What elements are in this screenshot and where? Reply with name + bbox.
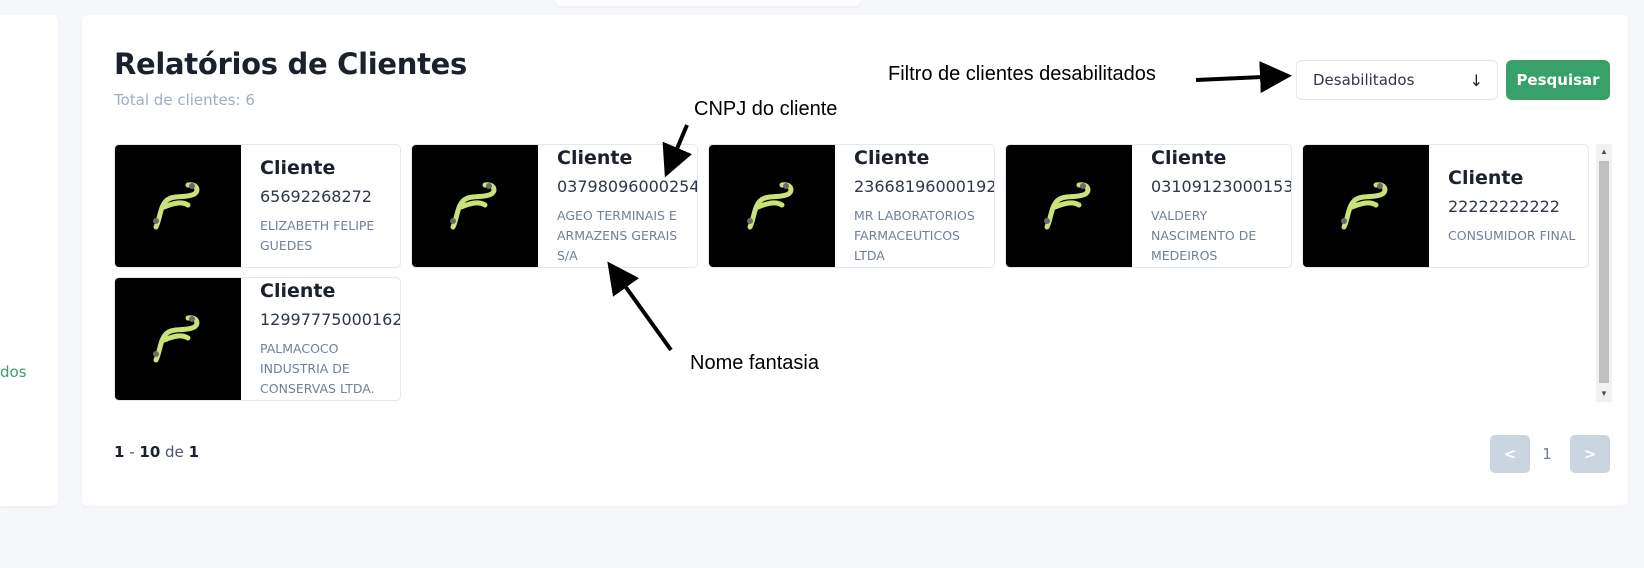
brand-f-logo-icon: [1341, 182, 1388, 230]
client-cnpj: 03798096000254: [557, 177, 698, 196]
clients-report-card: Relatórios de Clientes Total de clientes…: [82, 15, 1628, 506]
client-trade-name-line: PALMACOCO: [260, 340, 339, 356]
search-button[interactable]: Pesquisar: [1506, 60, 1610, 100]
client-card-body: Cliente 22222222222 CONSUMIDOR FINAL: [1448, 145, 1580, 267]
pagination-info: 1 - 10 de 1: [114, 443, 199, 461]
left-panel: dos: [0, 15, 58, 506]
client-card-body: Cliente 03798096000254 AGEO TERMINAIS E ARM…: [557, 145, 698, 267]
client-card[interactable]: Cliente 03798096000254 AGEO TERMINAIS E ARM…: [411, 144, 698, 268]
client-trade-name-line: LTDA: [854, 248, 885, 263]
client-cnpj: 22222222222: [1448, 196, 1560, 216]
brand-f-logo-icon: [153, 315, 200, 363]
filter-selected-value: Desabilitados: [1313, 71, 1415, 89]
client-logo: [115, 145, 241, 267]
client-trade-name-line: MR LABORATORIOS: [854, 208, 975, 223]
brand-f-logo-icon: [1044, 182, 1091, 230]
client-card-body: Cliente 03109123000153 VALDERY NASCIMENTO D…: [1151, 145, 1292, 267]
client-logo: [709, 145, 835, 267]
client-logo: [1303, 145, 1429, 267]
current-page-number[interactable]: 1: [1537, 445, 1557, 463]
client-card[interactable]: Cliente 03109123000153 VALDERY NASCIMENTO D…: [1005, 144, 1292, 268]
client-card-title: Cliente: [854, 147, 930, 169]
client-trade-name-line: VALDERY: [1151, 208, 1208, 223]
app-screen: dos Relatórios de Clientes Total de clie…: [0, 0, 1644, 568]
client-trade-name-line: CONSERVAS LTDA.: [260, 380, 375, 396]
range-start: 1: [114, 443, 125, 461]
total-pages: 1: [188, 443, 199, 461]
client-card-title: Cliente: [260, 279, 336, 302]
brand-f-logo-icon: [747, 182, 794, 230]
client-card[interactable]: Cliente 65692268272 ELIZABETH FELIPE GUEDES: [114, 144, 401, 268]
client-card-title: Cliente: [1151, 147, 1227, 169]
client-card-title: Cliente: [1448, 166, 1524, 189]
client-logo: [412, 145, 538, 267]
previous-page-button[interactable]: <: [1490, 435, 1530, 473]
scroll-up-arrow-icon[interactable]: ▲: [1596, 144, 1612, 160]
client-card-body: Cliente 23668196000192 MR LABORATORIOS FARM…: [854, 145, 995, 267]
client-cnpj: 03109123000153: [1151, 177, 1292, 196]
annotation-filter: Filtro de clientes desabilitados: [888, 63, 1156, 85]
client-cnpj: 12997775000162: [260, 309, 401, 329]
client-trade-name-line: GUEDES: [260, 237, 313, 253]
client-trade-name-line: S/A: [557, 248, 578, 263]
top-dropdown-edge: [555, 0, 861, 6]
page-title: Relatórios de Clientes: [114, 47, 468, 81]
client-cnpj: 23668196000192: [854, 177, 995, 196]
disabled-filter-select[interactable]: Desabilitados ↓: [1296, 60, 1498, 100]
client-card[interactable]: Cliente 23668196000192 MR LABORATORIOS FARM…: [708, 144, 995, 268]
client-trade-name-line: CONSUMIDOR FINAL: [1448, 227, 1576, 243]
total-clients-text: Total de clientes: 6: [114, 91, 255, 109]
client-trade-name-line: ELIZABETH FELIPE: [260, 217, 375, 233]
client-card-title: Cliente: [557, 147, 633, 169]
scroll-thumb[interactable]: [1599, 161, 1609, 383]
client-trade-name-line: FARMACEUTICOS: [854, 228, 960, 243]
client-trade-name-line: INDUSTRIA DE: [260, 360, 350, 376]
next-page-button[interactable]: >: [1570, 435, 1610, 473]
range-end: 10: [139, 443, 161, 461]
cards-scrollbar[interactable]: ▲ ▼: [1596, 144, 1612, 402]
scroll-down-arrow-icon[interactable]: ▼: [1596, 386, 1612, 402]
brand-f-logo-icon: [153, 182, 200, 230]
sidebar-partial-link[interactable]: dos: [0, 363, 27, 381]
client-card[interactable]: Cliente 22222222222 CONSUMIDOR FINAL: [1302, 144, 1589, 268]
client-trade-name-line: AGEO TERMINAIS E: [557, 208, 677, 223]
annotation-name: Nome fantasia: [690, 352, 819, 374]
client-card[interactable]: Cliente 12997775000162 PALMACOCO INDUSTRIA …: [114, 277, 401, 401]
annotation-cnpj: CNPJ do cliente: [694, 98, 838, 120]
client-trade-name-line: MEDEIROS: [1151, 248, 1218, 263]
client-card-body: Cliente 12997775000162 PALMACOCO INDUSTRIA …: [260, 278, 401, 400]
client-trade-name-line: NASCIMENTO DE: [1151, 228, 1257, 243]
arrow-down-icon: ↓: [1469, 70, 1483, 90]
client-logo: [1006, 145, 1132, 267]
client-cnpj: 65692268272: [260, 186, 372, 206]
of-label: de: [160, 443, 189, 461]
client-trade-name-line: ARMAZENS GERAIS: [557, 228, 678, 243]
client-card-title: Cliente: [260, 156, 336, 179]
client-cards-grid: Cliente 65692268272 ELIZABETH FELIPE GUEDES…: [114, 144, 1596, 402]
client-logo: [115, 278, 241, 400]
brand-f-logo-icon: [450, 182, 497, 230]
range-separator: -: [124, 443, 140, 461]
client-card-body: Cliente 65692268272 ELIZABETH FELIPE GUEDES: [260, 145, 392, 267]
